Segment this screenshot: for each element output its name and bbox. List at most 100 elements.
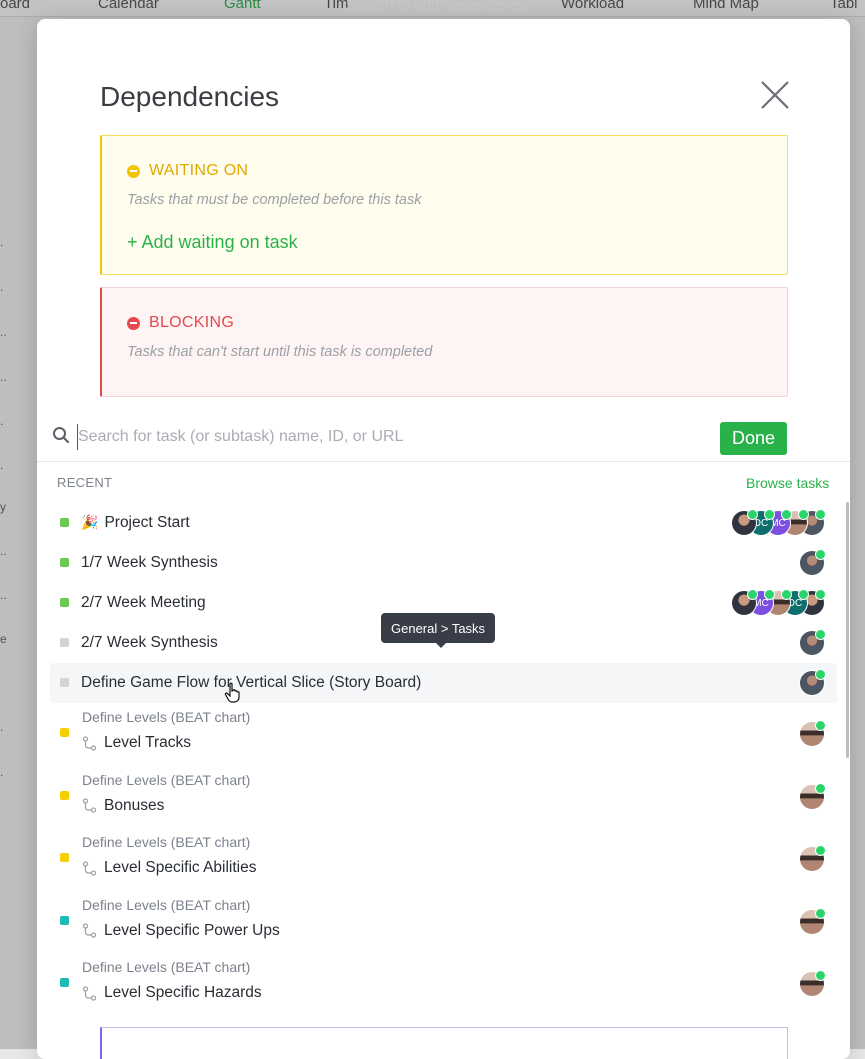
avatar[interactable] (799, 907, 826, 935)
online-status-icon (815, 720, 826, 731)
close-icon[interactable] (759, 79, 791, 111)
location-tooltip: General > Tasks (381, 613, 496, 648)
avatar[interactable] (731, 509, 758, 536)
subtask-icon (82, 860, 97, 876)
parent-task-name: Define Levels (BEAT chart) (82, 896, 251, 913)
online-status-icon (781, 509, 792, 520)
online-status-icon (747, 509, 758, 520)
status-square-icon (60, 558, 69, 567)
avatar[interactable] (799, 720, 826, 747)
avatar[interactable] (731, 589, 758, 616)
search-icon (52, 426, 70, 449)
assignee-avatars (799, 970, 826, 997)
avatar[interactable] (799, 845, 826, 872)
online-status-icon (815, 549, 826, 560)
parent-task-name: Define Levels (BEAT chart) (82, 771, 251, 788)
parent-task-name: Define Levels (BEAT chart) (82, 834, 251, 850)
avatar[interactable] (799, 629, 826, 656)
task-row[interactable]: Define Levels (BEAT chart) Level Specific… (50, 953, 837, 1016)
blocking-description: Tasks that can't start until this task i… (127, 344, 433, 360)
task-row[interactable]: 1/7 Week Synthesis (50, 543, 837, 583)
task-row[interactable]: Define Levels (BEAT chart) Level Tracks (50, 703, 837, 766)
task-results-list: 🎉 Project Start MC DC 1/7 Week Synthesis 2/7 … (50, 503, 837, 1016)
assignee-avatars (799, 720, 826, 747)
online-status-icon (747, 589, 758, 600)
subtask-name: Bonuses (82, 797, 164, 815)
linked-section-card (100, 1027, 788, 1059)
assignee-avatars: DC MC (731, 589, 826, 616)
assignee-avatars (799, 669, 826, 696)
task-row[interactable]: Define Levels (BEAT chart) Bonuses (50, 766, 837, 829)
add-waiting-on-task-link[interactable]: + Add waiting on task (127, 232, 298, 253)
done-button[interactable]: Done (720, 422, 787, 455)
status-square-icon (60, 978, 69, 987)
subtask-name: Level Specific Power Ups (82, 922, 280, 940)
avatar[interactable] (799, 970, 826, 997)
avatar[interactable] (799, 669, 826, 696)
hand-cursor-icon (224, 682, 242, 709)
online-status-icon (815, 669, 826, 680)
assignee-avatars: MC DC (731, 509, 826, 536)
dependencies-modal: Dependencies WAITING ON Tasks that must … (37, 19, 850, 1059)
task-name: 🎉 Project Start (81, 514, 190, 532)
waiting-on-description: Tasks that must be completed before this… (127, 192, 422, 208)
online-status-icon (781, 589, 792, 600)
online-status-icon (798, 589, 809, 600)
blocking-header: BLOCKING (127, 314, 234, 332)
status-square-icon (60, 518, 69, 527)
waiting-on-label: WAITING ON (149, 162, 249, 179)
online-status-icon (764, 509, 775, 520)
subtask-label: Level Specific Abilities (104, 859, 257, 876)
parent-task-name: Define Levels (BEAT chart) (82, 959, 251, 975)
recent-label: RECENT (57, 475, 113, 490)
task-row[interactable]: Define Levels (BEAT chart) Level Specific… (50, 891, 837, 954)
blocking-label: BLOCKING (149, 314, 235, 331)
task-row[interactable]: Define Levels (BEAT chart) Level Specific… (50, 828, 837, 891)
task-label: Define Game Flow for Vertical Slice (Sto… (81, 674, 422, 691)
task-row[interactable]: Define Game Flow for Vertical Slice (Sto… (50, 663, 837, 703)
minus-circle-icon (127, 316, 140, 330)
status-square-icon (60, 678, 69, 687)
status-square-icon (60, 638, 69, 647)
task-row[interactable]: 🎉 Project Start MC DC (50, 503, 837, 543)
avatar[interactable] (799, 549, 826, 576)
waiting-on-section: WAITING ON Tasks that must be completed … (100, 135, 788, 275)
list-scrollbar[interactable] (846, 502, 849, 758)
task-search-row: Done (37, 416, 850, 462)
online-status-icon (815, 589, 826, 600)
online-status-icon (764, 589, 775, 600)
parent-task-name: Define Levels (BEAT chart) (82, 709, 251, 725)
status-square-icon (60, 728, 69, 737)
subtask-icon (82, 985, 97, 1001)
modal-title: Dependencies (100, 81, 280, 112)
subtask-name: Level Specific Abilities (82, 859, 257, 877)
status-square-icon (60, 790, 69, 800)
task-name: 2/7 Week Synthesis (81, 634, 218, 652)
task-name: Define Game Flow for Vertical Slice (Sto… (81, 674, 421, 692)
avatar[interactable] (799, 782, 826, 810)
task-label: 2/7 Week Synthesis (81, 634, 218, 651)
browse-tasks-link[interactable]: Browse tasks (746, 475, 829, 491)
subtask-icon (82, 798, 97, 813)
online-status-icon (815, 845, 826, 856)
assignee-avatars (799, 549, 826, 576)
status-square-icon (60, 915, 69, 925)
online-status-icon (815, 509, 826, 520)
status-square-icon (60, 853, 69, 862)
subtask-label: Level Specific Power Ups (104, 921, 280, 939)
assignee-avatars (799, 782, 826, 810)
task-label: 1/7 Week Synthesis (81, 554, 218, 571)
assignee-avatars (799, 629, 826, 656)
waiting-on-header: WAITING ON (127, 162, 248, 180)
assignee-avatars (799, 845, 826, 872)
subtask-icon (82, 923, 97, 938)
subtask-icon (82, 735, 97, 751)
subtask-label: Bonuses (104, 796, 165, 814)
subtask-name: Level Specific Hazards (82, 984, 262, 1002)
online-status-icon (815, 907, 826, 919)
task-search-input[interactable] (77, 424, 680, 450)
blocking-section: BLOCKING Tasks that can't start until th… (100, 287, 788, 397)
party-popper-icon: 🎉 (81, 514, 99, 530)
online-status-icon (815, 970, 826, 981)
subtask-name: Level Tracks (82, 734, 191, 752)
